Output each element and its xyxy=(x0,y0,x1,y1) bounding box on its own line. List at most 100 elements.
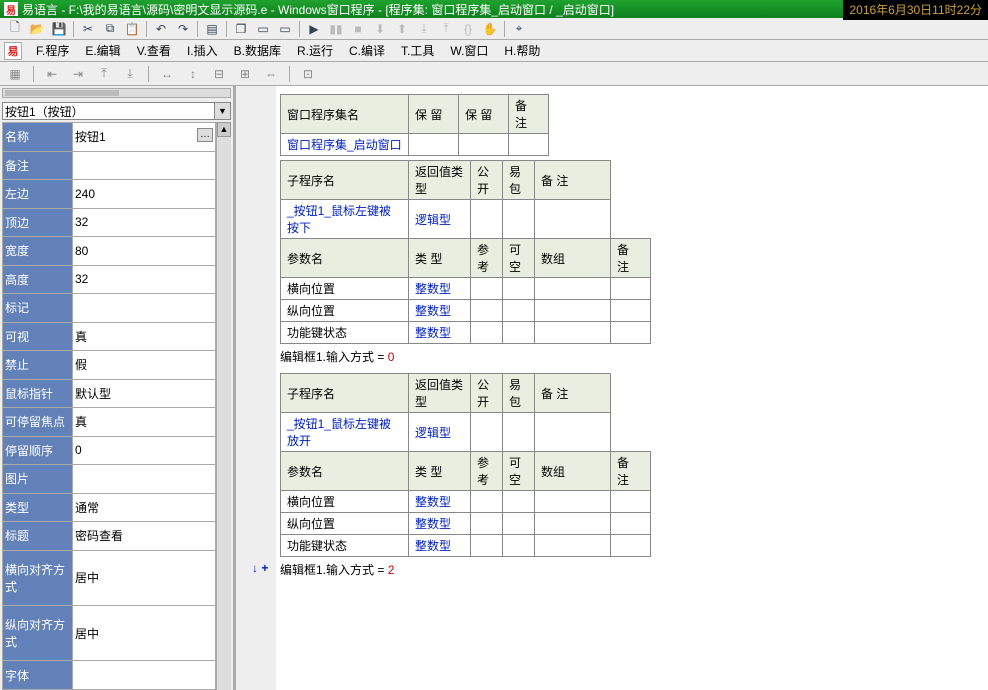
win3-icon[interactable]: ▭ xyxy=(274,19,296,39)
center-v-icon[interactable]: ⊞ xyxy=(234,64,256,84)
ret-type[interactable]: 逻辑型 xyxy=(409,200,471,239)
code-line[interactable]: 编辑框1.输入方式 = 2 xyxy=(280,561,980,578)
prop-key[interactable]: 顶边 xyxy=(3,208,73,237)
menu-tools[interactable]: T.工具 xyxy=(393,40,442,61)
dropdown-icon[interactable]: ▼ xyxy=(215,102,231,120)
target-icon[interactable]: ⌖ xyxy=(508,19,530,39)
prop-val[interactable]: 假 xyxy=(73,351,216,380)
prop-val[interactable]: 80 xyxy=(73,237,216,266)
prop-key[interactable]: 标记 xyxy=(3,294,73,323)
page-icon[interactable]: ▤ xyxy=(201,19,223,39)
menu-help[interactable]: H.帮助 xyxy=(496,40,548,61)
object-combo[interactable] xyxy=(2,102,215,120)
save-icon[interactable]: 💾 xyxy=(48,19,70,39)
plus-icon[interactable]: + xyxy=(261,561,268,575)
win1-icon[interactable]: ❐ xyxy=(230,19,252,39)
code-line[interactable]: 编辑框1.输入方式 = 0 xyxy=(280,348,980,365)
open-icon[interactable]: 📂 xyxy=(26,19,48,39)
prop-val[interactable]: 32 xyxy=(73,265,216,294)
prop-val[interactable]: 真 xyxy=(73,322,216,351)
align-right-icon[interactable]: ⇥ xyxy=(67,64,89,84)
menu-run[interactable]: R.运行 xyxy=(289,40,341,61)
prop-val[interactable]: 0 xyxy=(73,436,216,465)
prop-val[interactable]: 密码查看 xyxy=(73,522,216,551)
menu-window[interactable]: W.窗口 xyxy=(442,40,496,61)
prop-key[interactable]: 纵向对齐方式 xyxy=(3,605,73,660)
menu-program[interactable]: F.程序 xyxy=(28,40,77,61)
arrow-down-icon[interactable]: ↓ xyxy=(252,561,258,575)
prop-val[interactable]: 居中 xyxy=(73,605,216,660)
center-h-icon[interactable]: ⊟ xyxy=(208,64,230,84)
ptype[interactable]: 整数型 xyxy=(409,300,471,322)
dist-h-icon[interactable]: ↔ xyxy=(156,64,178,84)
prop-key[interactable]: 鼠标指针 xyxy=(3,379,73,408)
new-icon[interactable]: 🗋 xyxy=(4,19,26,39)
prop-val[interactable]: 通常 xyxy=(73,493,216,522)
ret-type[interactable]: 逻辑型 xyxy=(409,413,471,452)
menu-compile[interactable]: C.编译 xyxy=(341,40,393,61)
prop-key[interactable]: 可视 xyxy=(3,322,73,351)
sub-name[interactable]: _按钮1_鼠标左键被放开 xyxy=(281,413,409,452)
prop-val[interactable]: 默认型 xyxy=(73,379,216,408)
prop-val[interactable]: 按钮1… xyxy=(73,123,216,152)
prop-val[interactable] xyxy=(73,661,216,690)
hscroll[interactable] xyxy=(2,88,231,98)
align-left-icon[interactable]: ⇤ xyxy=(41,64,63,84)
prop-key[interactable]: 宽度 xyxy=(3,237,73,266)
copy-icon[interactable]: ⧉ xyxy=(99,19,121,39)
sub-table-1[interactable]: 子程序名返回值类型公开易包备 注 _按钮1_鼠标左键被按下逻辑型 参数名类 型参… xyxy=(280,160,651,344)
th: 备 注 xyxy=(535,161,611,200)
menu-db[interactable]: B.数据库 xyxy=(226,40,289,61)
prop-val[interactable]: 居中 xyxy=(73,550,216,605)
ellipsis-icon[interactable]: … xyxy=(197,128,213,142)
prop-key[interactable]: 横向对齐方式 xyxy=(3,550,73,605)
align-bottom-icon[interactable]: ⤓ xyxy=(119,64,141,84)
prop-key[interactable]: 高度 xyxy=(3,265,73,294)
prop-key[interactable]: 字体 xyxy=(3,661,73,690)
sub-name[interactable]: _按钮1_鼠标左键被按下 xyxy=(281,200,409,239)
property-grid[interactable]: 名称按钮1…备注左边240顶边32宽度80高度32标记可视真禁止假鼠标指针默认型… xyxy=(2,122,216,690)
prop-key[interactable]: 左边 xyxy=(3,180,73,209)
prop-key[interactable]: 名称 xyxy=(3,123,73,152)
fold-marks[interactable]: ↓ + xyxy=(252,561,268,575)
ptype[interactable]: 整数型 xyxy=(409,513,471,535)
snap-icon[interactable]: ⊡ xyxy=(297,64,319,84)
prop-key[interactable]: 停留顺序 xyxy=(3,436,73,465)
ptype[interactable]: 整数型 xyxy=(409,322,471,344)
menu-insert[interactable]: I.插入 xyxy=(179,40,226,61)
ptype[interactable]: 整数型 xyxy=(409,278,471,300)
prop-key[interactable]: 图片 xyxy=(3,465,73,494)
prop-key[interactable]: 标题 xyxy=(3,522,73,551)
prop-key[interactable]: 备注 xyxy=(3,151,73,180)
prop-val[interactable]: 32 xyxy=(73,208,216,237)
ptype[interactable]: 整数型 xyxy=(409,535,471,557)
grid-icon[interactable]: ▦ xyxy=(4,64,26,84)
menu-view[interactable]: V.查看 xyxy=(129,40,179,61)
prop-key[interactable]: 类型 xyxy=(3,493,73,522)
paste-icon[interactable]: 📋 xyxy=(121,19,143,39)
vscroll[interactable]: ▲ xyxy=(216,122,231,690)
assembly-table[interactable]: 窗口程序集名保 留保 留备 注 窗口程序集_启动窗口 xyxy=(280,94,549,156)
up-icon[interactable]: ▲ xyxy=(217,122,231,137)
hand-icon[interactable]: ✋ xyxy=(479,19,501,39)
prop-val[interactable] xyxy=(73,465,216,494)
menu-edit[interactable]: E.编辑 xyxy=(77,40,128,61)
prop-key[interactable]: 禁止 xyxy=(3,351,73,380)
run-icon[interactable]: ▶ xyxy=(303,19,325,39)
redo-icon[interactable]: ↷ xyxy=(172,19,194,39)
sub-table-2[interactable]: 子程序名返回值类型公开易包备 注 _按钮1_鼠标左键被放开逻辑型 参数名类 型参… xyxy=(280,373,651,557)
cut-icon[interactable]: ✂ xyxy=(77,19,99,39)
prop-key[interactable]: 可停留焦点 xyxy=(3,408,73,437)
same-w-icon[interactable]: ⇔ xyxy=(260,64,282,84)
assembly-name[interactable]: 窗口程序集_启动窗口 xyxy=(281,134,409,156)
undo-icon[interactable]: ↶ xyxy=(150,19,172,39)
align-top-icon[interactable]: ⤒ xyxy=(93,64,115,84)
prop-val[interactable]: 真 xyxy=(73,408,216,437)
ptype[interactable]: 整数型 xyxy=(409,491,471,513)
th: 易包 xyxy=(503,161,535,200)
dist-v-icon[interactable]: ↕ xyxy=(182,64,204,84)
prop-val[interactable] xyxy=(73,151,216,180)
prop-val[interactable] xyxy=(73,294,216,323)
win2-icon[interactable]: ▭ xyxy=(252,19,274,39)
prop-val[interactable]: 240 xyxy=(73,180,216,209)
